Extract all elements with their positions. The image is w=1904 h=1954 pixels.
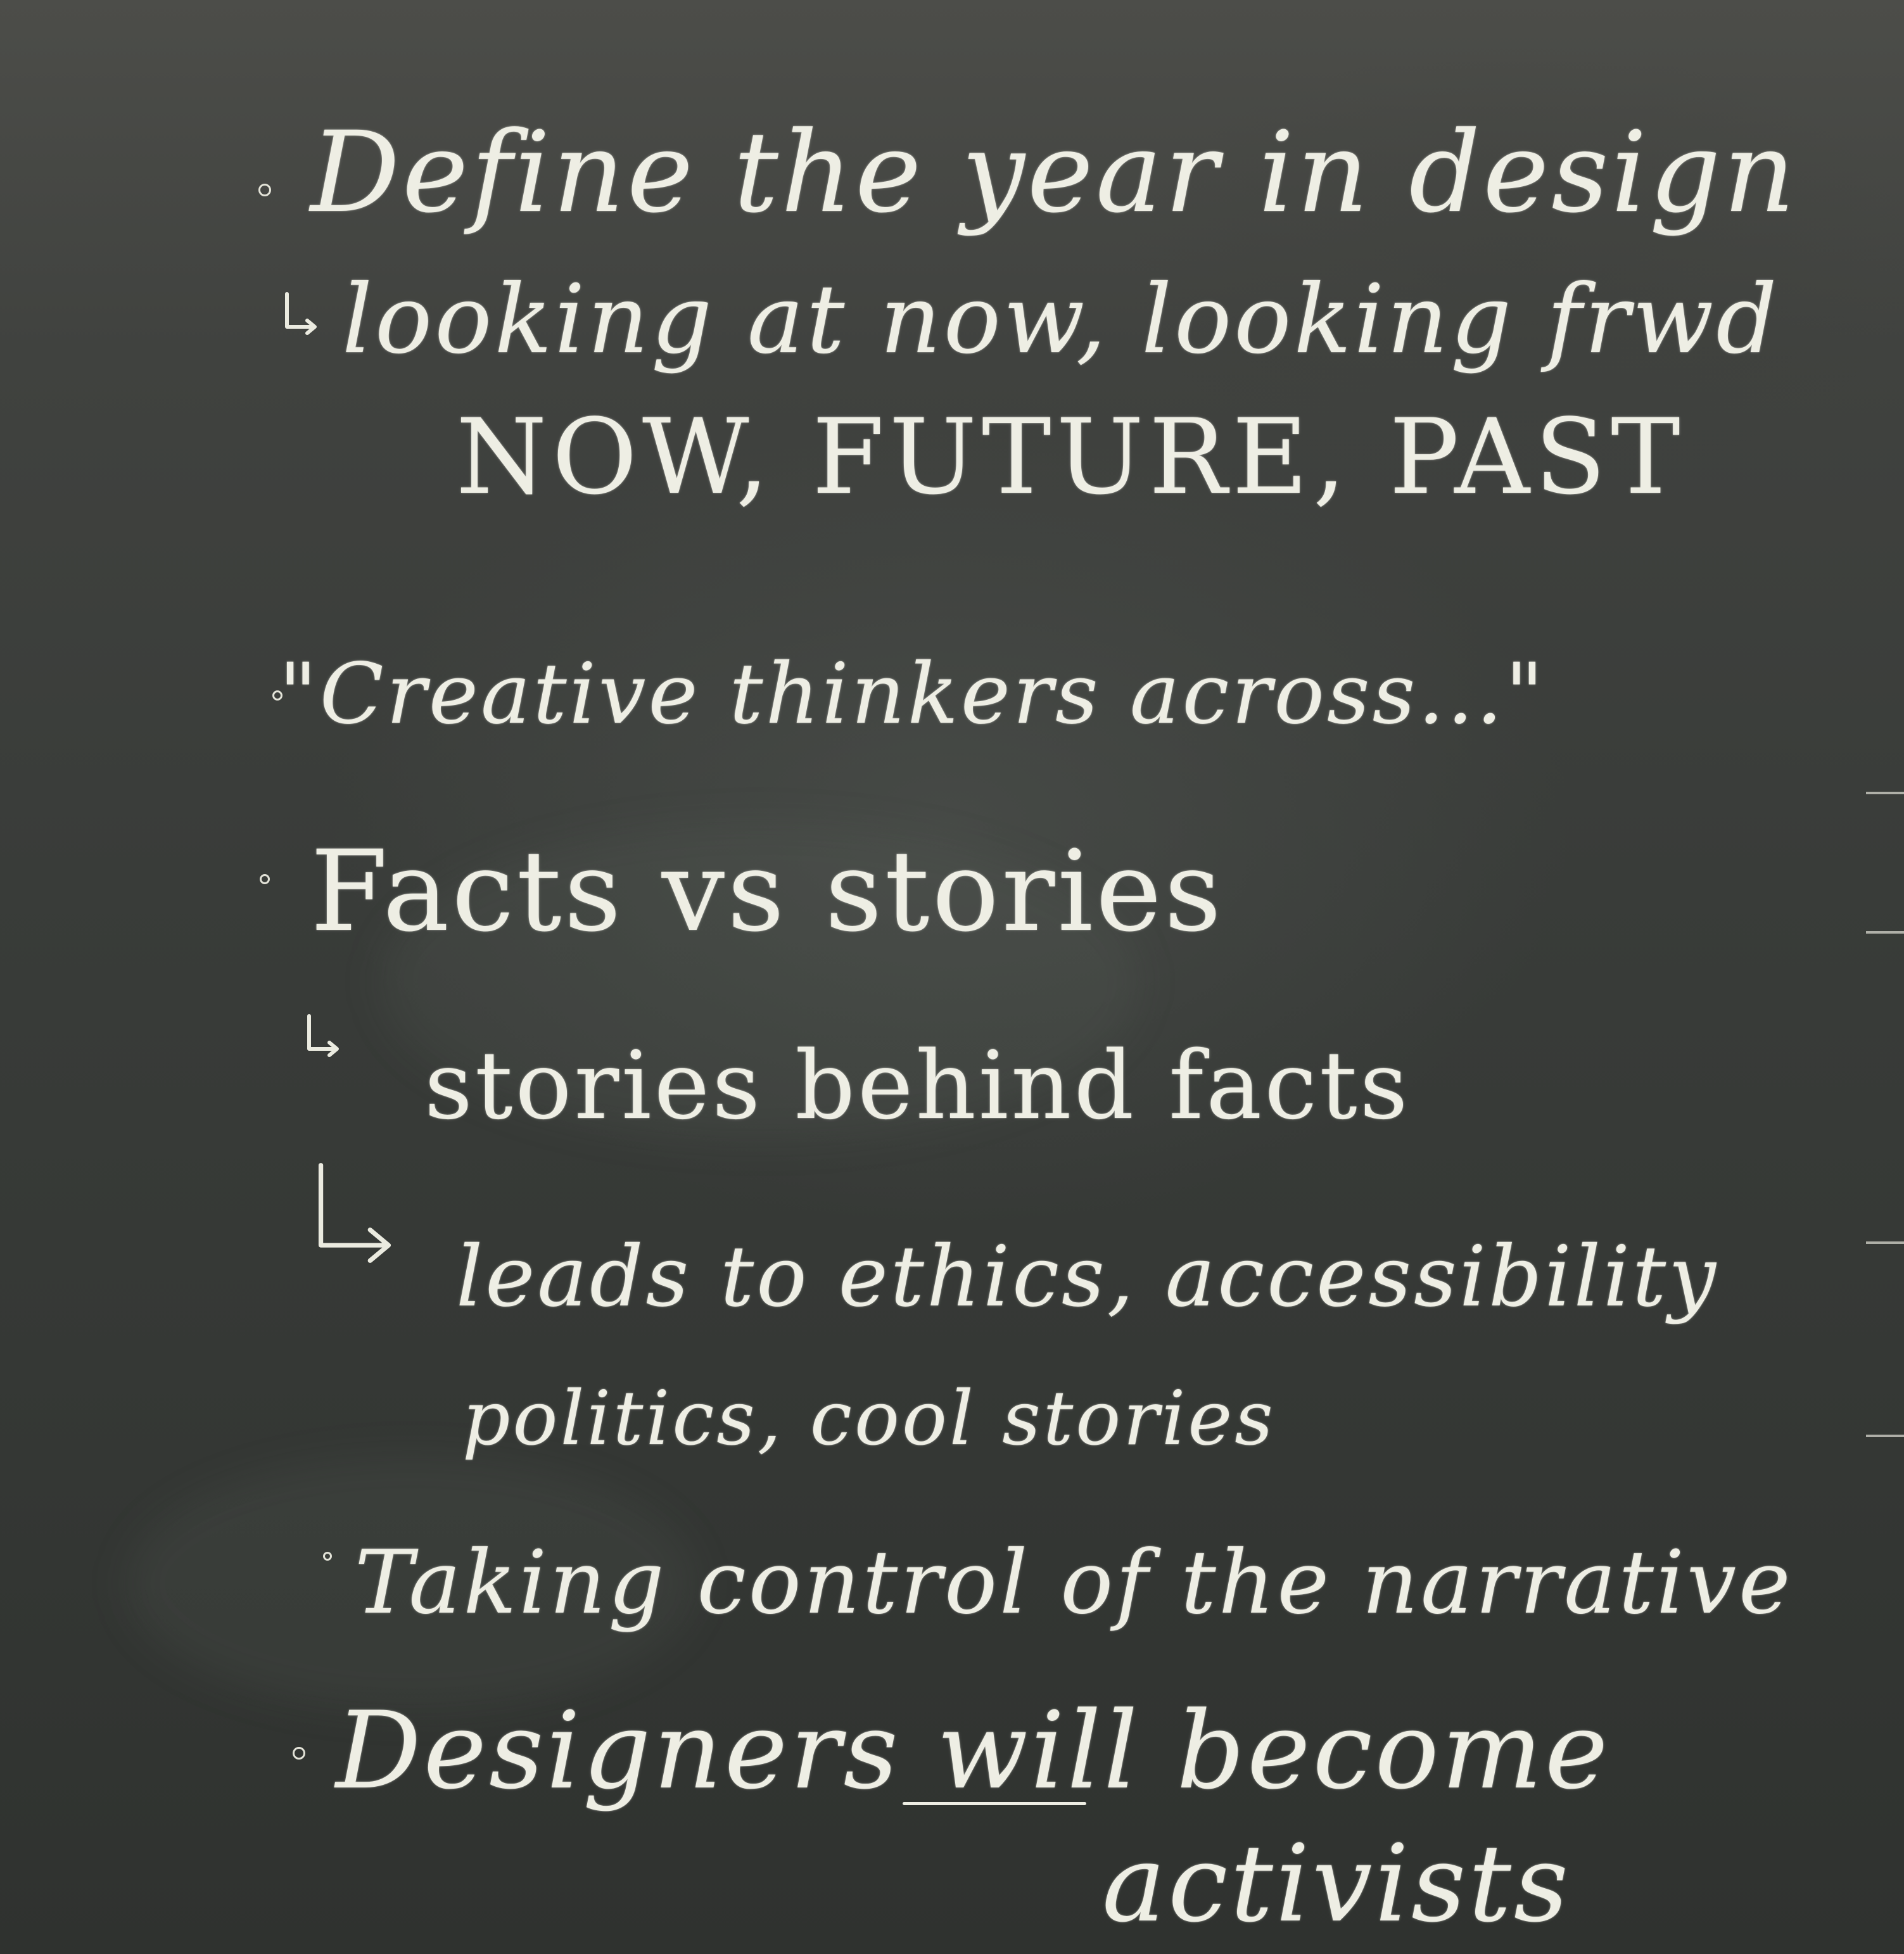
note-stories-behind-facts: stories behind facts <box>424 1031 1411 1140</box>
note-taking-control-narrative: Taking control of the narrative <box>355 1532 1793 1634</box>
note-creative-thinkers-quote: "Creative thinkers across..." <box>279 645 1546 743</box>
edge-mark <box>1866 792 1904 794</box>
chalkboard: Define the year in design looking at now… <box>0 0 1904 1954</box>
note-activists: activists <box>1102 1822 1571 1946</box>
bullet-dot <box>260 874 270 884</box>
indent-arrow-icon <box>307 1014 339 1057</box>
note-politics-cool-stories: politics, cool stories <box>462 1374 1276 1462</box>
note-leads-to-ethics: leads to ethics, accessibility <box>456 1228 1718 1326</box>
will-underline <box>903 1802 1086 1805</box>
bullet-dot <box>323 1552 332 1561</box>
indent-arrow-icon <box>285 292 317 335</box>
indent-arrow-icon <box>318 1163 391 1263</box>
note-designers-will-become: Designers will become <box>336 1689 1611 1813</box>
edge-mark <box>1866 1435 1904 1437</box>
note-now-future-past: NOW, FUTURE, PAST <box>456 397 1685 517</box>
edge-mark <box>1866 1241 1904 1244</box>
edge-mark <box>1866 931 1904 934</box>
note-looking-now-forward: looking at now, looking frwd <box>342 265 1780 375</box>
bullet-dot <box>258 184 271 196</box>
bullet-dot <box>293 1747 305 1760</box>
note-facts-vs-stories: Facts vs stories <box>310 827 1224 956</box>
note-define-year: Define the year in design <box>310 108 1798 238</box>
